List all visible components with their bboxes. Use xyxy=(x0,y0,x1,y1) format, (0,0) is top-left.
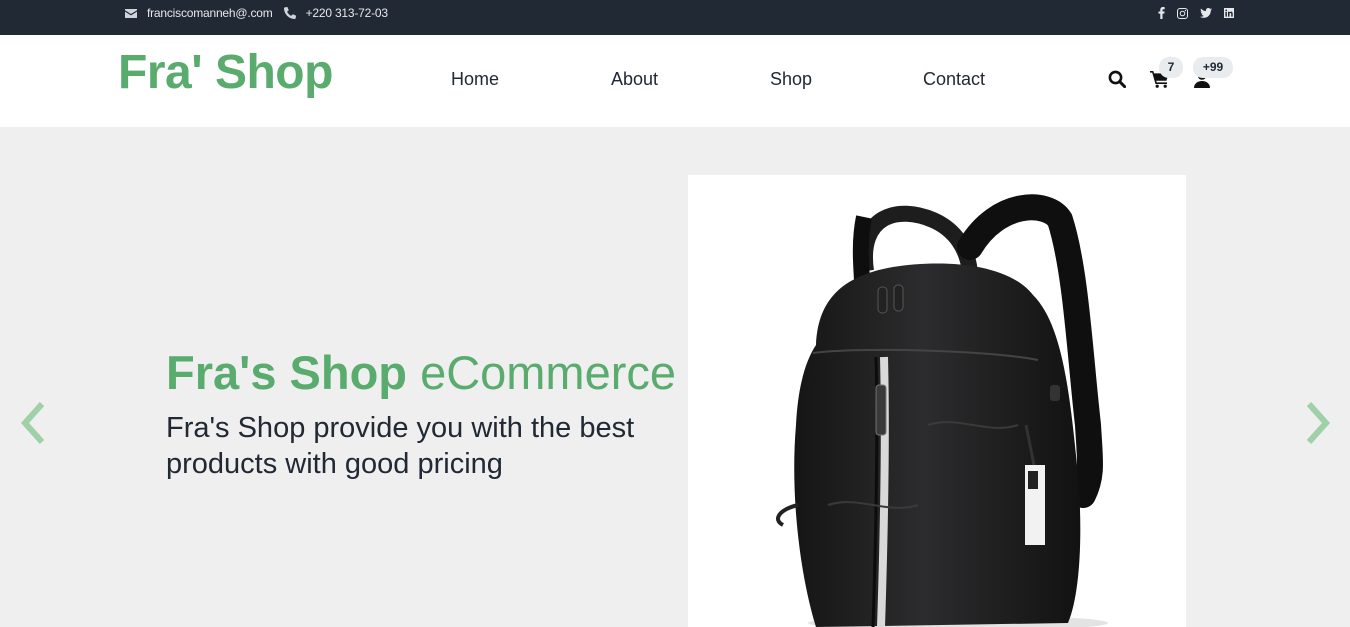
twitter-icon[interactable] xyxy=(1200,8,1212,18)
nav-contact[interactable]: Contact xyxy=(923,69,985,90)
phone-icon xyxy=(283,7,296,19)
backpack-image xyxy=(776,194,1108,627)
instagram-icon[interactable] xyxy=(1177,7,1188,19)
cart-count-badge: 7 xyxy=(1159,57,1183,78)
phone-link[interactable]: +220 313-72-03 xyxy=(283,6,388,20)
header-icons: 7 +99 xyxy=(1106,57,1246,105)
facebook-icon[interactable] xyxy=(1158,7,1165,19)
user-count-badge: +99 xyxy=(1193,57,1233,78)
hero-title-bold: Fra's Shop xyxy=(166,346,407,399)
nav-home[interactable]: Home xyxy=(451,69,499,90)
email-text: franciscomanneh@.com xyxy=(147,6,273,20)
top-bar: franciscomanneh@.com +220 313-72-03 xyxy=(0,0,1350,35)
site-logo[interactable]: Fra' Shop xyxy=(118,49,333,97)
hero-title-light: eCommerce xyxy=(420,346,677,399)
phone-text: +220 313-72-03 xyxy=(305,6,388,20)
email-link[interactable]: franciscomanneh@.com xyxy=(125,6,273,20)
hero-title: Fra's Shop eCommerce xyxy=(166,349,676,396)
hero-product-image xyxy=(688,175,1186,627)
nav-shop[interactable]: Shop xyxy=(770,69,812,90)
nav-about[interactable]: About xyxy=(611,69,658,90)
hero-carousel: Fra's Shop eCommerce Fra's Shop provide … xyxy=(0,127,1350,627)
carousel-next-arrow-icon[interactable] xyxy=(1304,400,1334,446)
envelope-icon xyxy=(125,8,137,18)
contact-info: franciscomanneh@.com +220 313-72-03 xyxy=(125,0,399,26)
search-icon[interactable] xyxy=(1108,70,1126,88)
carousel-prev-arrow-icon[interactable] xyxy=(17,400,47,446)
hero-subtitle: Fra's Shop provide you with the best pro… xyxy=(166,412,635,480)
social-links xyxy=(1158,0,1234,26)
main-header: Fra' Shop Home About Shop Contact 7 +99 xyxy=(0,35,1350,127)
linkedin-icon[interactable] xyxy=(1224,8,1234,18)
